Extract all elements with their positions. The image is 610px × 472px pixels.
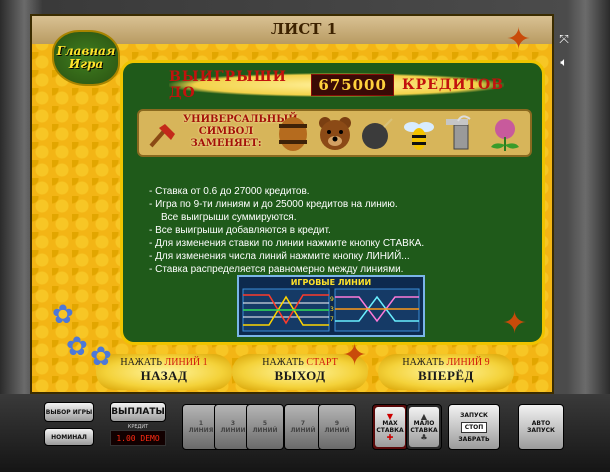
rule-item: - Для изменения числа линий нажмите кноп… — [149, 251, 410, 262]
line-5-button[interactable]: 5 ЛИНИЙ — [246, 404, 284, 450]
arrow-down-icon: ♣ — [420, 433, 428, 442]
sound-icon[interactable]: 🔈︎ — [554, 55, 574, 70]
honey-dipper-icon — [143, 115, 183, 153]
flower-icon: ✿ — [52, 300, 74, 330]
arrow-up-icon: ▲ — [420, 412, 428, 421]
stop-label: СТОП — [460, 421, 488, 433]
exit-hint: НАЖАТЬ — [262, 357, 304, 368]
svg-text:3: 3 — [330, 306, 334, 313]
back-button[interactable]: НАЖАТЬ ЛИНИЙ 1 НАЗАД — [96, 354, 232, 390]
arrow-down-icon: ✚ — [386, 433, 394, 442]
flower-icon: ✿ — [90, 342, 112, 372]
paylines-diagram: ИГРОВЫЕ ЛИНИИ 9 3 7 — [237, 275, 425, 337]
select-game-button[interactable]: ВЫБОР ИГРЫ — [44, 402, 94, 422]
auto-start-button[interactable]: АВТО ЗАПУСК — [518, 404, 564, 450]
arrow-up-icon: ▼ — [386, 412, 394, 421]
forward-hint: НАЖАТЬ — [402, 357, 444, 368]
nominal-button[interactable]: НОМИНАЛ — [44, 428, 94, 446]
line-7-button[interactable]: 7 ЛИНИЙ — [284, 404, 322, 450]
start-button[interactable]: ЗАПУСК СТОП ЗАБРАТЬ — [448, 404, 500, 450]
credit-display: 1.00 DEMO — [110, 430, 166, 446]
start-label: ЗАПУСК — [460, 411, 488, 419]
resize-icon[interactable]: ⤧ — [554, 32, 574, 47]
wild-symbol-row: УНИВЕРСАЛЬНЫЙ СИМВОЛ ЗАМЕНЯЕТ: — [137, 109, 532, 157]
forward-button[interactable]: НАЖАТЬ ЛИНИЙ 9 ВПЕРЁД — [378, 354, 514, 390]
max-win-banner: ВЫИГРЫШИ ДО 675000 КРЕДИТОВ — [169, 69, 504, 101]
line-9-button[interactable]: 9 ЛИНИЙ — [318, 404, 356, 450]
paylines-graphic: 9 3 7 — [242, 288, 420, 332]
rule-item: - Для изменения ставки по линии нажмите … — [149, 238, 425, 249]
window-controls: ⤧ 🔈︎ — [554, 32, 574, 78]
min-bet-button[interactable]: ▲ МАЛО СТАВКА ♣ — [406, 404, 442, 450]
cannonball-icon — [357, 115, 397, 153]
take-label: ЗАБРАТЬ — [458, 435, 490, 443]
maple-leaf-icon: ✦ — [342, 338, 368, 373]
smoker-icon — [441, 115, 481, 153]
rules-list: - Ставка от 0.6 до 27000 кредитов. - Игр… — [149, 185, 529, 276]
flower-icon: ✿ — [66, 332, 88, 362]
clover-icon — [485, 115, 525, 153]
barrel-icon — [273, 115, 313, 153]
wins-suffix: КРЕДИТОВ — [401, 77, 504, 93]
svg-text:7: 7 — [330, 316, 334, 323]
rule-item: Все выигрыши суммируются. — [161, 212, 297, 223]
maple-leaf-icon: ✦ — [502, 306, 528, 341]
game-logo[interactable]: Главная Игра — [52, 30, 120, 86]
max-bet-button[interactable]: ▼ МАХ СТАВКА ✚ — [372, 404, 408, 450]
back-hint-key: ЛИНИЙ 1 — [164, 357, 208, 368]
wins-amount: 675000 — [311, 74, 394, 96]
wild-text: УНИВЕРСАЛЬНЫЙ СИМВОЛ ЗАМЕНЯЕТ: — [183, 114, 298, 149]
bee-icon — [399, 115, 439, 153]
svg-text:9: 9 — [330, 296, 334, 303]
maple-leaf-icon: ✦ — [506, 22, 532, 57]
back-hint: НАЖАТЬ — [120, 357, 162, 368]
back-label: НАЗАД — [140, 368, 188, 383]
game-screen: ЛИСТ 1 Главная Игра ВЫИГРЫШИ ДО 675000 К… — [30, 14, 554, 394]
paytable-panel: ВЫИГРЫШИ ДО 675000 КРЕДИТОВ УНИВЕРСАЛЬНЫ… — [120, 60, 545, 345]
slot-cabinet: ЛИСТ 1 Главная Игра ВЫИГРЫШИ ДО 675000 К… — [0, 0, 610, 472]
payouts-button[interactable]: ВЫПЛАТЫ — [110, 402, 166, 422]
rule-item: - Все выигрыши добавляются в кредит. — [149, 225, 331, 236]
rule-item: - Ставка от 0.6 до 27000 кредитов. — [149, 186, 310, 197]
exit-hint-key: СТАРТ — [306, 357, 338, 368]
bear-icon — [315, 115, 355, 153]
rule-item: - Игра по 9-ти линиям и до 25000 кредито… — [149, 199, 398, 210]
forward-hint-key: ЛИНИЙ 9 — [446, 357, 490, 368]
sheet-label: ЛИСТ 1 — [270, 20, 338, 38]
forward-label: ВПЕРЁД — [417, 368, 474, 383]
wins-prefix: ВЫИГРЫШИ ДО — [169, 69, 287, 101]
